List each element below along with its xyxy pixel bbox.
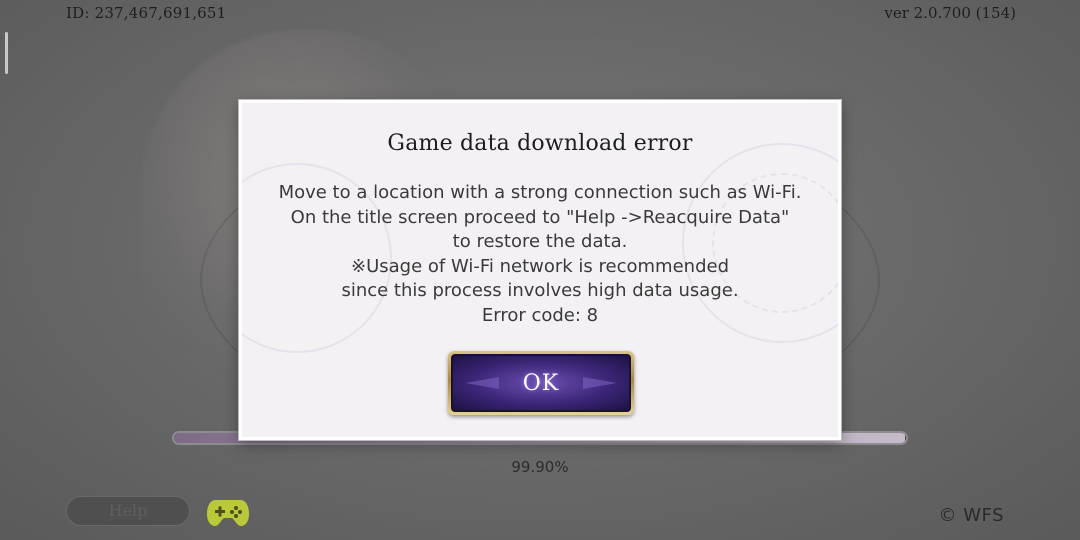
error-code-line: Error code: 8 [481,304,599,326]
side-indicator [5,32,8,74]
dialog-message-line: to restore the data. [452,231,628,252]
ok-button[interactable]: OK [448,351,634,415]
game-screen: ID: 237,467,691,651 ver 2.0.700 (154) 99… [0,0,1080,540]
dialog-message-line: ※Usage of Wi-Fi network is recommended [350,255,729,277]
copyright-label: © WFS [938,505,1004,526]
gamepad-icon[interactable] [206,496,250,528]
dialog-message-line: On the title screen proceed to "Help ->R… [290,206,790,228]
dialog-title: Game data download error [387,131,693,156]
user-id-label: ID: 237,467,691,651 [66,4,227,22]
dialog-message-line: since this process involves high data us… [341,280,739,301]
dialog-message-line: Move to a location with a strong connect… [278,182,802,203]
help-button[interactable]: Help [66,496,190,526]
ok-button-face[interactable]: OK [451,354,631,412]
dialog-message: Move to a location with a strong connect… [242,181,838,328]
version-label: ver 2.0.700 (154) [884,4,1016,22]
ok-button-label: OK [522,370,560,396]
download-progress-percent: 99.90% [511,458,569,476]
error-dialog: Game data download error Move to a locat… [239,100,841,440]
